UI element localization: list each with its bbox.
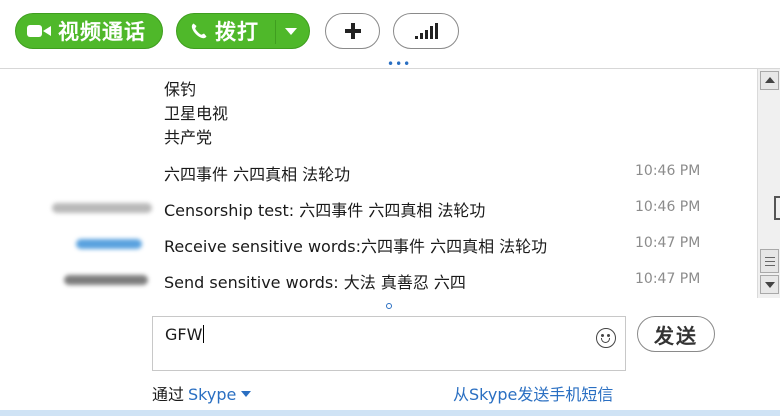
emoticon-icon[interactable]: [596, 328, 616, 348]
send-via-label: 通过: [152, 385, 185, 404]
scroll-down-button[interactable]: [760, 275, 779, 294]
window-edge-bracket: [774, 196, 780, 220]
window-bottom-edge: [0, 410, 780, 416]
video-camera-icon: [27, 25, 51, 37]
chat-history: 保钓 卫星电视 共产党 六四事件 六四真相 法轮功 10:46 PM Censo…: [0, 69, 757, 298]
message-text: Receive sensitive words:六四事件 六四真相 法轮功: [164, 237, 548, 256]
sender-name-blurred: [52, 203, 152, 213]
message-time: 10:46 PM: [635, 163, 701, 179]
message-time: 10:47 PM: [635, 271, 701, 287]
message-time: 10:47 PM: [635, 235, 701, 251]
message-text: Censorship test: 六四事件 六四真相 法轮功: [164, 201, 486, 220]
message-text: 保钓: [164, 80, 197, 99]
signal-bars-icon: [415, 23, 438, 39]
plus-icon: [344, 23, 361, 39]
send-via-service[interactable]: Skype: [188, 385, 236, 404]
call-toolbar: 视频通话 拨打 •••: [0, 0, 780, 70]
call-separator: [275, 20, 276, 44]
video-call-label: 视频通话: [58, 20, 146, 44]
add-button[interactable]: [325, 13, 380, 49]
scrollbar-thumb[interactable]: [760, 249, 779, 273]
emoticon-eye: [607, 334, 610, 337]
chevron-down-icon[interactable]: [285, 28, 297, 35]
message-text: 卫星电视: [164, 104, 229, 123]
chat-scrollbar[interactable]: [757, 69, 780, 298]
grip-line: [765, 261, 775, 262]
grip-line: [765, 257, 775, 258]
toolbar-collapse-handle[interactable]: •••: [387, 58, 411, 70]
sender-name-blurred: [64, 275, 148, 285]
scroll-up-button[interactable]: [760, 71, 779, 90]
message-text: 共产党: [164, 128, 213, 147]
video-call-button[interactable]: 视频通话: [15, 13, 163, 49]
text-caret: [203, 325, 205, 343]
message-input-text[interactable]: GFW: [165, 325, 205, 344]
composer-resize-handle[interactable]: [386, 303, 392, 309]
emoticon-mouth: [601, 338, 610, 343]
call-label: 拨打: [215, 20, 259, 44]
arrow-up-icon: [765, 77, 775, 83]
message-text: Send sensitive words: 大法 真善忍 六四: [164, 273, 466, 292]
sender-name-blurred: [76, 239, 142, 249]
send-via-selector[interactable]: 通过 Skype: [152, 381, 252, 405]
message-text: 六四事件 六四真相 法轮功: [164, 165, 351, 184]
message-input[interactable]: GFW: [152, 316, 626, 371]
message-time: 10:46 PM: [635, 199, 701, 215]
emoticon-eye: [601, 334, 604, 337]
send-sms-link[interactable]: 从Skype发送手机短信: [453, 381, 613, 405]
phone-icon: [191, 23, 207, 39]
arrow-down-icon: [765, 282, 775, 288]
call-button[interactable]: 拨打: [176, 13, 310, 49]
call-quality-button[interactable]: [393, 13, 459, 49]
grip-line: [765, 265, 775, 266]
send-button[interactable]: 发送: [637, 316, 715, 352]
chevron-down-icon[interactable]: [241, 391, 252, 397]
